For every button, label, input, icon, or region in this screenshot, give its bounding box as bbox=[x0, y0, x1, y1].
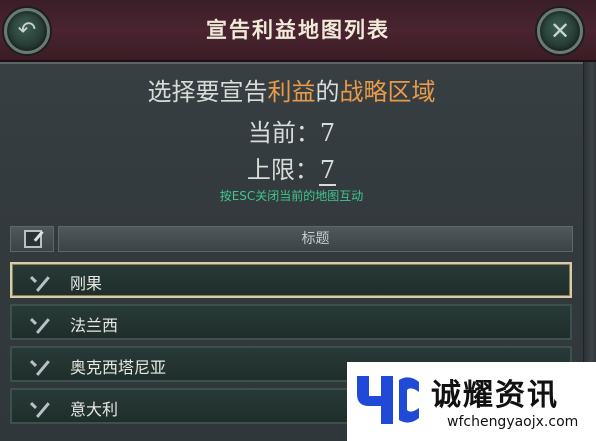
list-item-label: 奥克西塔尼亚 bbox=[70, 358, 167, 377]
panel-title: 宣告利益地图列表 bbox=[206, 17, 390, 42]
watermark-name: 诚耀资讯 bbox=[431, 378, 559, 413]
checkmark-icon[interactable] bbox=[26, 352, 52, 378]
select-all-checkbox-icon[interactable] bbox=[24, 230, 42, 248]
limit-label: 上限： bbox=[246, 156, 319, 184]
current-count: 当前：7 bbox=[0, 113, 583, 148]
instruction-part: 的 bbox=[315, 78, 340, 106]
back-button[interactable]: ↶ bbox=[4, 8, 50, 54]
site-watermark: 诚耀资讯 wfchengyaojx.com bbox=[347, 362, 596, 441]
current-label: 当前： bbox=[247, 119, 320, 147]
current-value: 7 bbox=[319, 119, 336, 147]
list-item-label: 法兰西 bbox=[70, 316, 119, 335]
watermark-logo-icon bbox=[357, 376, 419, 424]
checkmark-icon[interactable] bbox=[26, 394, 52, 420]
list-item-label: 刚果 bbox=[70, 274, 103, 293]
checkmark-icon[interactable] bbox=[26, 268, 52, 294]
list-item[interactable]: 刚果 bbox=[10, 262, 572, 298]
list-item[interactable]: 法兰西 bbox=[10, 304, 572, 340]
limit-count: 上限：7 bbox=[0, 150, 583, 186]
limit-value: 7 bbox=[318, 156, 337, 186]
checkmark-icon[interactable] bbox=[26, 310, 52, 336]
close-button[interactable]: ✕ bbox=[537, 8, 583, 54]
back-arrow-icon: ↶ bbox=[17, 18, 37, 43]
watermark-url: wfchengyaojx.com bbox=[447, 414, 579, 430]
instruction-part: 选择要宣告 bbox=[147, 78, 268, 106]
title-column-header[interactable]: 标题 bbox=[58, 226, 573, 252]
esc-hint: 按ESC关闭当前的地图互动 bbox=[219, 189, 364, 203]
panel-header: 宣告利益地图列表 bbox=[0, 0, 596, 64]
instruction-text: 选择要宣告利益的战略区域 bbox=[0, 72, 583, 107]
select-all-header[interactable] bbox=[10, 226, 54, 252]
list-item-label: 意大利 bbox=[70, 400, 119, 419]
close-icon: ✕ bbox=[549, 17, 571, 45]
instruction-highlight-interest: 利益 bbox=[267, 78, 316, 106]
instruction-highlight-region: 战略区域 bbox=[339, 78, 436, 106]
